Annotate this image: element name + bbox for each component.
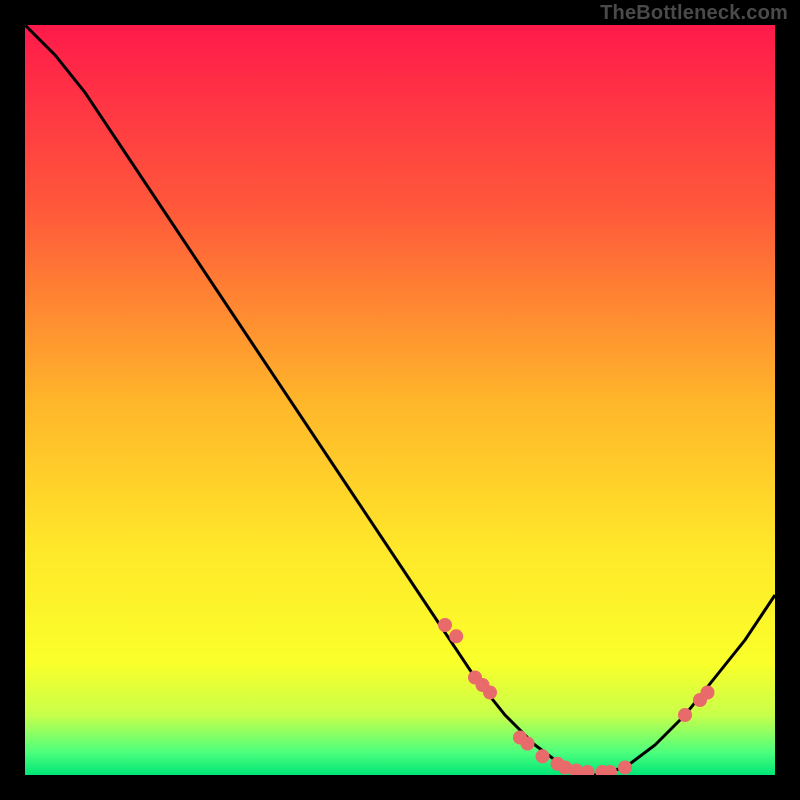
chart-svg <box>25 25 775 775</box>
gradient-background <box>25 25 775 775</box>
plot-area <box>25 25 775 775</box>
marker-point <box>483 686 497 700</box>
watermark-text: TheBottleneck.com <box>600 2 788 25</box>
marker-point <box>618 761 632 775</box>
chart-frame: TheBottleneck.com <box>0 0 800 800</box>
marker-point <box>438 618 452 632</box>
marker-point <box>449 629 463 643</box>
marker-point <box>678 708 692 722</box>
marker-point <box>701 686 715 700</box>
marker-point <box>536 749 550 763</box>
marker-point <box>521 737 535 751</box>
